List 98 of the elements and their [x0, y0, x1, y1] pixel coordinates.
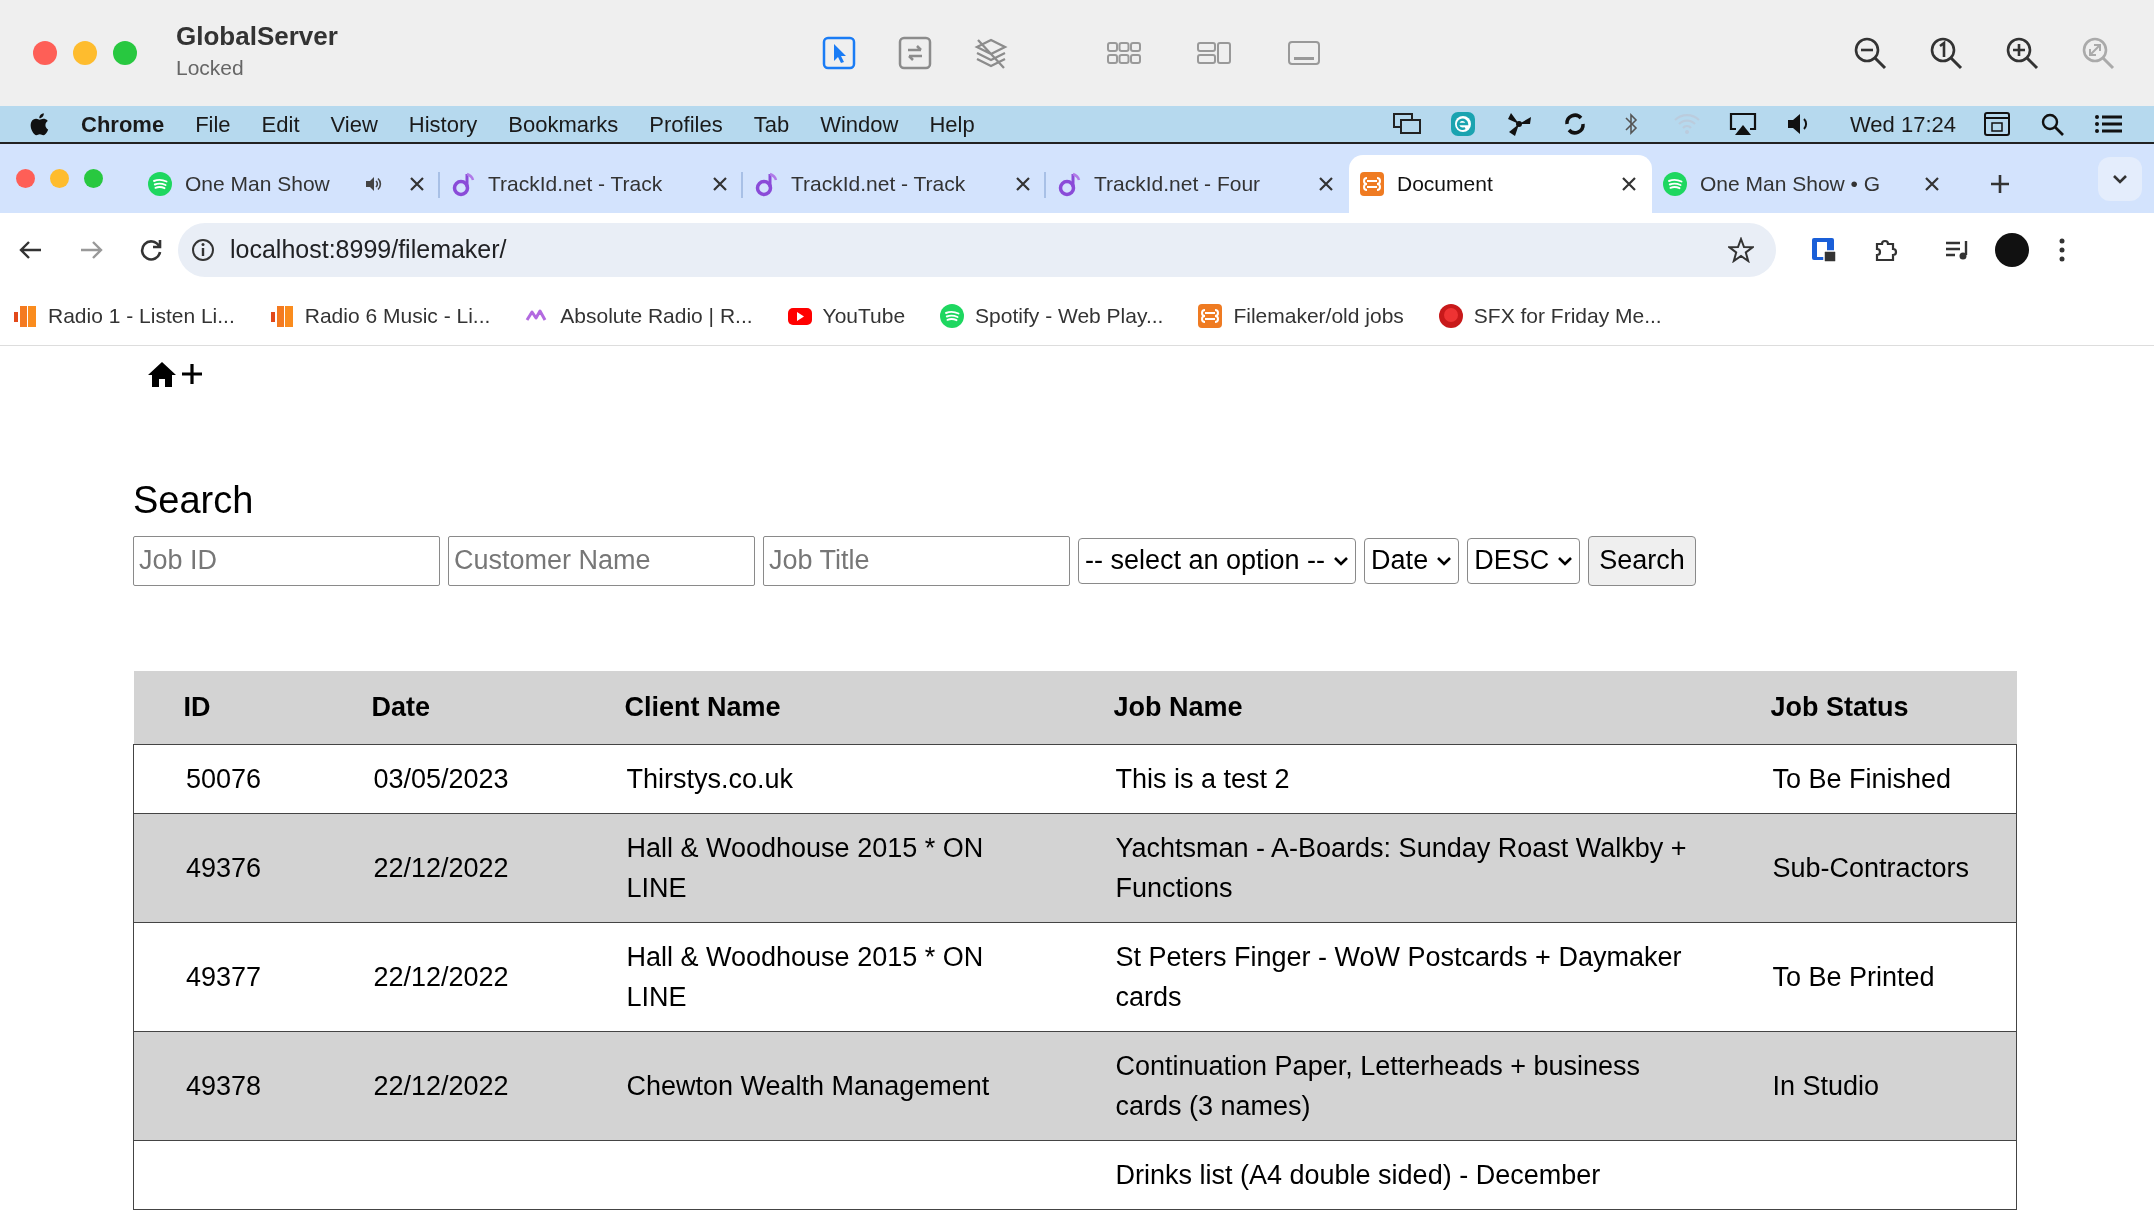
browser-tab[interactable]: One Man Show	[137, 155, 440, 213]
table-cell: This is a test 2	[1063, 744, 1721, 814]
bookmark[interactable]: SFX for Friday Me...	[1437, 299, 1662, 332]
dropdown[interactable]: DESC	[1467, 537, 1581, 584]
new-tab-icon[interactable]	[1989, 173, 2011, 195]
table-cell: 49378	[133, 1031, 322, 1141]
close-button[interactable]	[33, 41, 57, 65]
screens-icon[interactable]	[1392, 111, 1422, 137]
square-logo-icon	[1197, 302, 1224, 329]
airplay-icon[interactable]	[1728, 111, 1758, 137]
column-header: Client Name	[574, 670, 1064, 745]
table-cell: Continuation Paper, Letterheads + business cards (3 names)	[1063, 1031, 1721, 1141]
bookmark-star-icon[interactable]	[1728, 236, 1754, 263]
record-icon	[1437, 302, 1464, 329]
menu-item[interactable]: Help	[929, 107, 975, 141]
column-header: Date	[321, 670, 575, 745]
speaker-icon[interactable]	[364, 175, 382, 193]
close-icon[interactable]	[711, 175, 729, 193]
table-cell: Hall & Woodhouse 2015 * ON LINE	[574, 922, 1064, 1032]
browser-tab[interactable]: TrackId.net - Four	[1046, 155, 1349, 213]
bookmark[interactable]: Absolute Radio | R...	[524, 299, 753, 332]
table-cell: Thirstys.co.uk	[574, 744, 1064, 814]
menu-item[interactable]: History	[408, 107, 478, 141]
bookmark[interactable]: Radio 6 Music - Li...	[268, 299, 491, 332]
column-header: ID	[133, 670, 322, 745]
letter-e-icon[interactable]	[1448, 111, 1478, 137]
menu-item[interactable]: Tab	[753, 107, 790, 141]
note-icon	[1056, 171, 1082, 197]
table-cell: 22/12/2022	[321, 813, 575, 923]
table-cell: In Studio	[1720, 1031, 2017, 1141]
close-icon[interactable]	[1014, 175, 1032, 193]
table-cell: To Be Finished	[1720, 744, 2017, 814]
app-menu[interactable]: Chrome	[81, 107, 165, 141]
circle-logo-icon	[147, 171, 173, 197]
browser-tab[interactable]: Document	[1349, 155, 1652, 213]
close-icon[interactable]	[1317, 175, 1335, 193]
browser-tab[interactable]: One Man Show • G	[1652, 155, 1955, 213]
avatar-icon[interactable]	[1994, 231, 2030, 268]
bookmark[interactable]: Filemaker/old jobs	[1197, 299, 1404, 332]
browser-tab[interactable]: TrackId.net - Track	[743, 155, 1046, 213]
lock-extension-icon[interactable]	[1810, 235, 1838, 264]
column-header: Job Status	[1720, 670, 2017, 745]
search-field[interactable]: Job ID	[133, 535, 440, 586]
close-icon[interactable]	[1923, 175, 1941, 193]
table-cell: St Peters Finger - WoW Postcards + Daymaker cards	[1063, 922, 1721, 1032]
close-icon[interactable]	[408, 175, 426, 193]
menu-item[interactable]: File	[195, 107, 231, 141]
table-cell: Hall & Woodhouse 2015 * ON LINE	[574, 813, 1064, 923]
search-field[interactable]: Customer Name	[448, 535, 755, 586]
search-button[interactable]: Search	[1588, 535, 1696, 586]
window-subtitle: Locked	[176, 55, 245, 82]
close-icon[interactable]	[1620, 175, 1638, 193]
menu-item[interactable]: Edit	[261, 107, 300, 141]
table-cell: 03/05/2023	[321, 744, 575, 814]
pointer-icon[interactable]	[821, 35, 857, 71]
table-cell: 50076	[133, 744, 322, 814]
table-cell: Yachtsman - A-Boards: Sunday Roast Walkby + Functions	[1063, 813, 1721, 923]
table-cell: 49376	[133, 813, 322, 923]
dropdown[interactable]: -- select an option --	[1078, 537, 1357, 584]
info-icon[interactable]	[190, 236, 216, 263]
window-title: GlobalServer	[176, 22, 339, 53]
caret-icon	[1557, 554, 1574, 567]
caret-icon	[1333, 554, 1350, 567]
apple-icon[interactable]	[28, 111, 50, 137]
menu-item[interactable]: View	[330, 107, 378, 141]
menu-item[interactable]: Bookmarks	[508, 107, 619, 141]
bookmark[interactable]: YouTube	[786, 299, 906, 332]
column-header: Job Name	[1063, 670, 1721, 745]
menu-item[interactable]: Window	[820, 107, 899, 141]
keyboard-icon[interactable]	[1982, 111, 2012, 137]
note-icon	[753, 171, 779, 197]
bookmark[interactable]: Radio 1 - Listen Li...	[12, 299, 235, 332]
table-cell: 22/12/2022	[321, 922, 575, 1032]
address-bar[interactable]: localhost:8999/filemaker/	[178, 222, 1776, 277]
search-field[interactable]: Job Title	[763, 535, 1070, 586]
table-cell: Sub-Contractors	[1720, 813, 2017, 923]
bookmark[interactable]: Spotify - Web Play...	[939, 299, 1164, 332]
dropdown[interactable]: Date	[1364, 537, 1460, 584]
plus-icon[interactable]	[179, 361, 205, 387]
zoom-out-icon[interactable]	[1852, 35, 1888, 71]
table-cell: Chewton Wealth Management	[574, 1031, 1064, 1141]
actual-size-icon[interactable]	[1928, 35, 1964, 71]
menu-item[interactable]: Profiles	[649, 107, 723, 141]
menu-clock[interactable]: Wed 17:24	[1850, 107, 1956, 141]
browser-tab[interactable]: TrackId.net - Track	[440, 155, 743, 213]
swap-icon[interactable]	[897, 35, 933, 71]
square-logo-icon	[1359, 171, 1385, 197]
home-icon[interactable]	[147, 360, 177, 388]
table-cell: 22/12/2022	[321, 1031, 575, 1141]
table-cell: 49377	[133, 922, 322, 1032]
search-heading: Search	[133, 478, 255, 523]
table-cell: To Be Printed	[1720, 922, 2017, 1032]
caret-icon	[1436, 554, 1453, 567]
note-icon	[450, 171, 476, 197]
table-cell: Drinks list (A4 double sided) - December	[1063, 1140, 1721, 1210]
zoom-in-icon[interactable]	[2004, 35, 2040, 71]
circle-logo-icon	[939, 302, 966, 329]
circle-logo-icon	[1662, 171, 1688, 197]
